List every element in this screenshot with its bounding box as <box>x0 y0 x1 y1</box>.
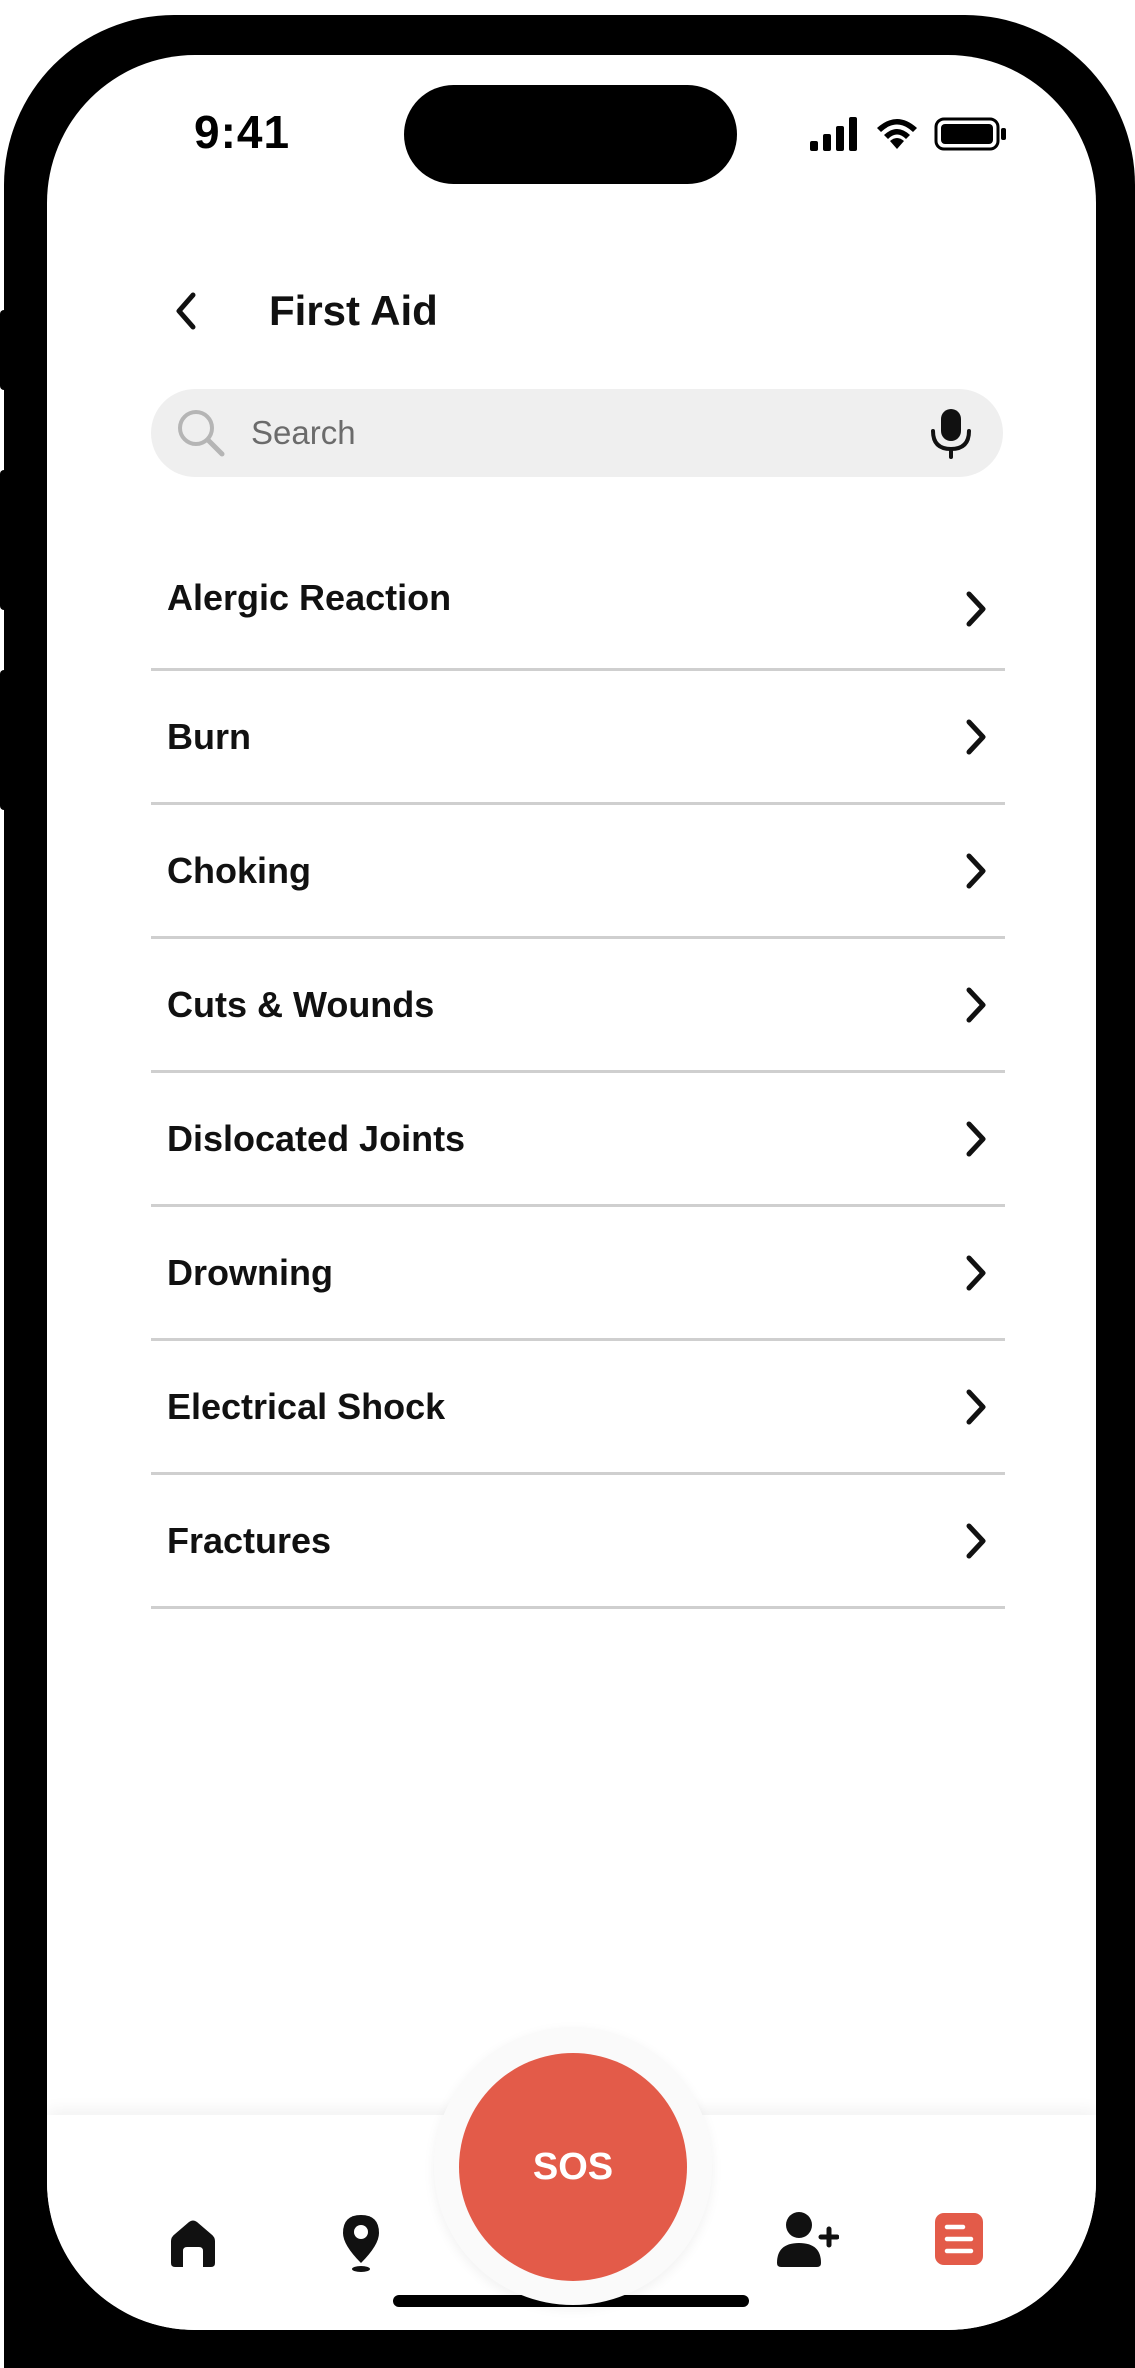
chevron-right-icon <box>966 1255 986 1290</box>
wifi-icon <box>877 119 917 149</box>
list-item-label: Electrical Shock <box>167 1385 446 1427</box>
status-icons <box>810 117 1008 151</box>
list-item-label: Fractures <box>167 1519 332 1561</box>
tab-contacts[interactable] <box>775 2209 840 2274</box>
back-button[interactable] <box>173 283 229 339</box>
chevron-right-icon <box>966 853 986 888</box>
list-item[interactable]: Drowning <box>151 1207 1005 1341</box>
chevron-right-icon <box>966 719 986 754</box>
list-item-label: Burn <box>167 715 251 757</box>
chevron-left-icon <box>176 292 196 330</box>
chevron-right-icon <box>966 987 986 1022</box>
first-aid-document-icon <box>935 2213 983 2265</box>
tab-first-aid[interactable] <box>933 2211 985 2272</box>
list-item[interactable]: Burn <box>151 671 1005 805</box>
side-button-action <box>0 310 14 390</box>
list-item[interactable]: Alergic Reaction <box>151 477 1005 671</box>
add-contact-icon <box>777 2212 840 2267</box>
list-item-label: Alergic Reaction <box>167 577 452 618</box>
side-button-volume-up <box>0 470 14 610</box>
header: First Aid <box>173 283 438 339</box>
home-icon <box>171 2220 215 2267</box>
list-item[interactable]: Electrical Shock <box>151 1341 1005 1475</box>
chevron-right-icon <box>966 1389 986 1424</box>
page-title: First Aid <box>269 287 438 334</box>
screen: 9:41 First Aid Search Alergic Reaction B… <box>47 55 1096 2330</box>
battery-icon <box>934 117 1006 151</box>
cellular-signal-icon <box>810 117 857 151</box>
location-pin-icon <box>343 2215 379 2272</box>
list-item-label: Cuts & Wounds <box>167 983 435 1025</box>
sos-button[interactable]: SOS <box>459 2053 687 2281</box>
list-item[interactable]: Fractures <box>151 1475 1005 1609</box>
search-input[interactable] <box>249 413 929 453</box>
chevron-right-icon <box>966 1121 986 1156</box>
microphone-icon[interactable] <box>929 407 973 459</box>
chevron-right-icon <box>966 591 986 627</box>
list-item-label: Choking <box>167 849 311 891</box>
list-item[interactable]: Cuts & Wounds <box>151 939 1005 1073</box>
search-icon <box>178 410 225 457</box>
tab-location[interactable] <box>337 2211 385 2278</box>
list-item-label: Drowning <box>167 1251 333 1293</box>
list-item[interactable]: Dislocated Joints <box>151 1073 1005 1207</box>
status-time: 9:41 <box>194 106 291 158</box>
search-bar[interactable] <box>151 389 1003 477</box>
tab-home[interactable] <box>165 2215 221 2276</box>
side-button-volume-down <box>0 670 14 810</box>
list-item[interactable]: Choking <box>151 805 1005 939</box>
first-aid-topic-list: Alergic Reaction Burn Choking Cuts & Wou… <box>151 477 1005 1609</box>
list-item-label: Dislocated Joints <box>167 1117 466 1159</box>
dynamic-island <box>404 85 737 184</box>
chevron-right-icon <box>966 1523 986 1558</box>
